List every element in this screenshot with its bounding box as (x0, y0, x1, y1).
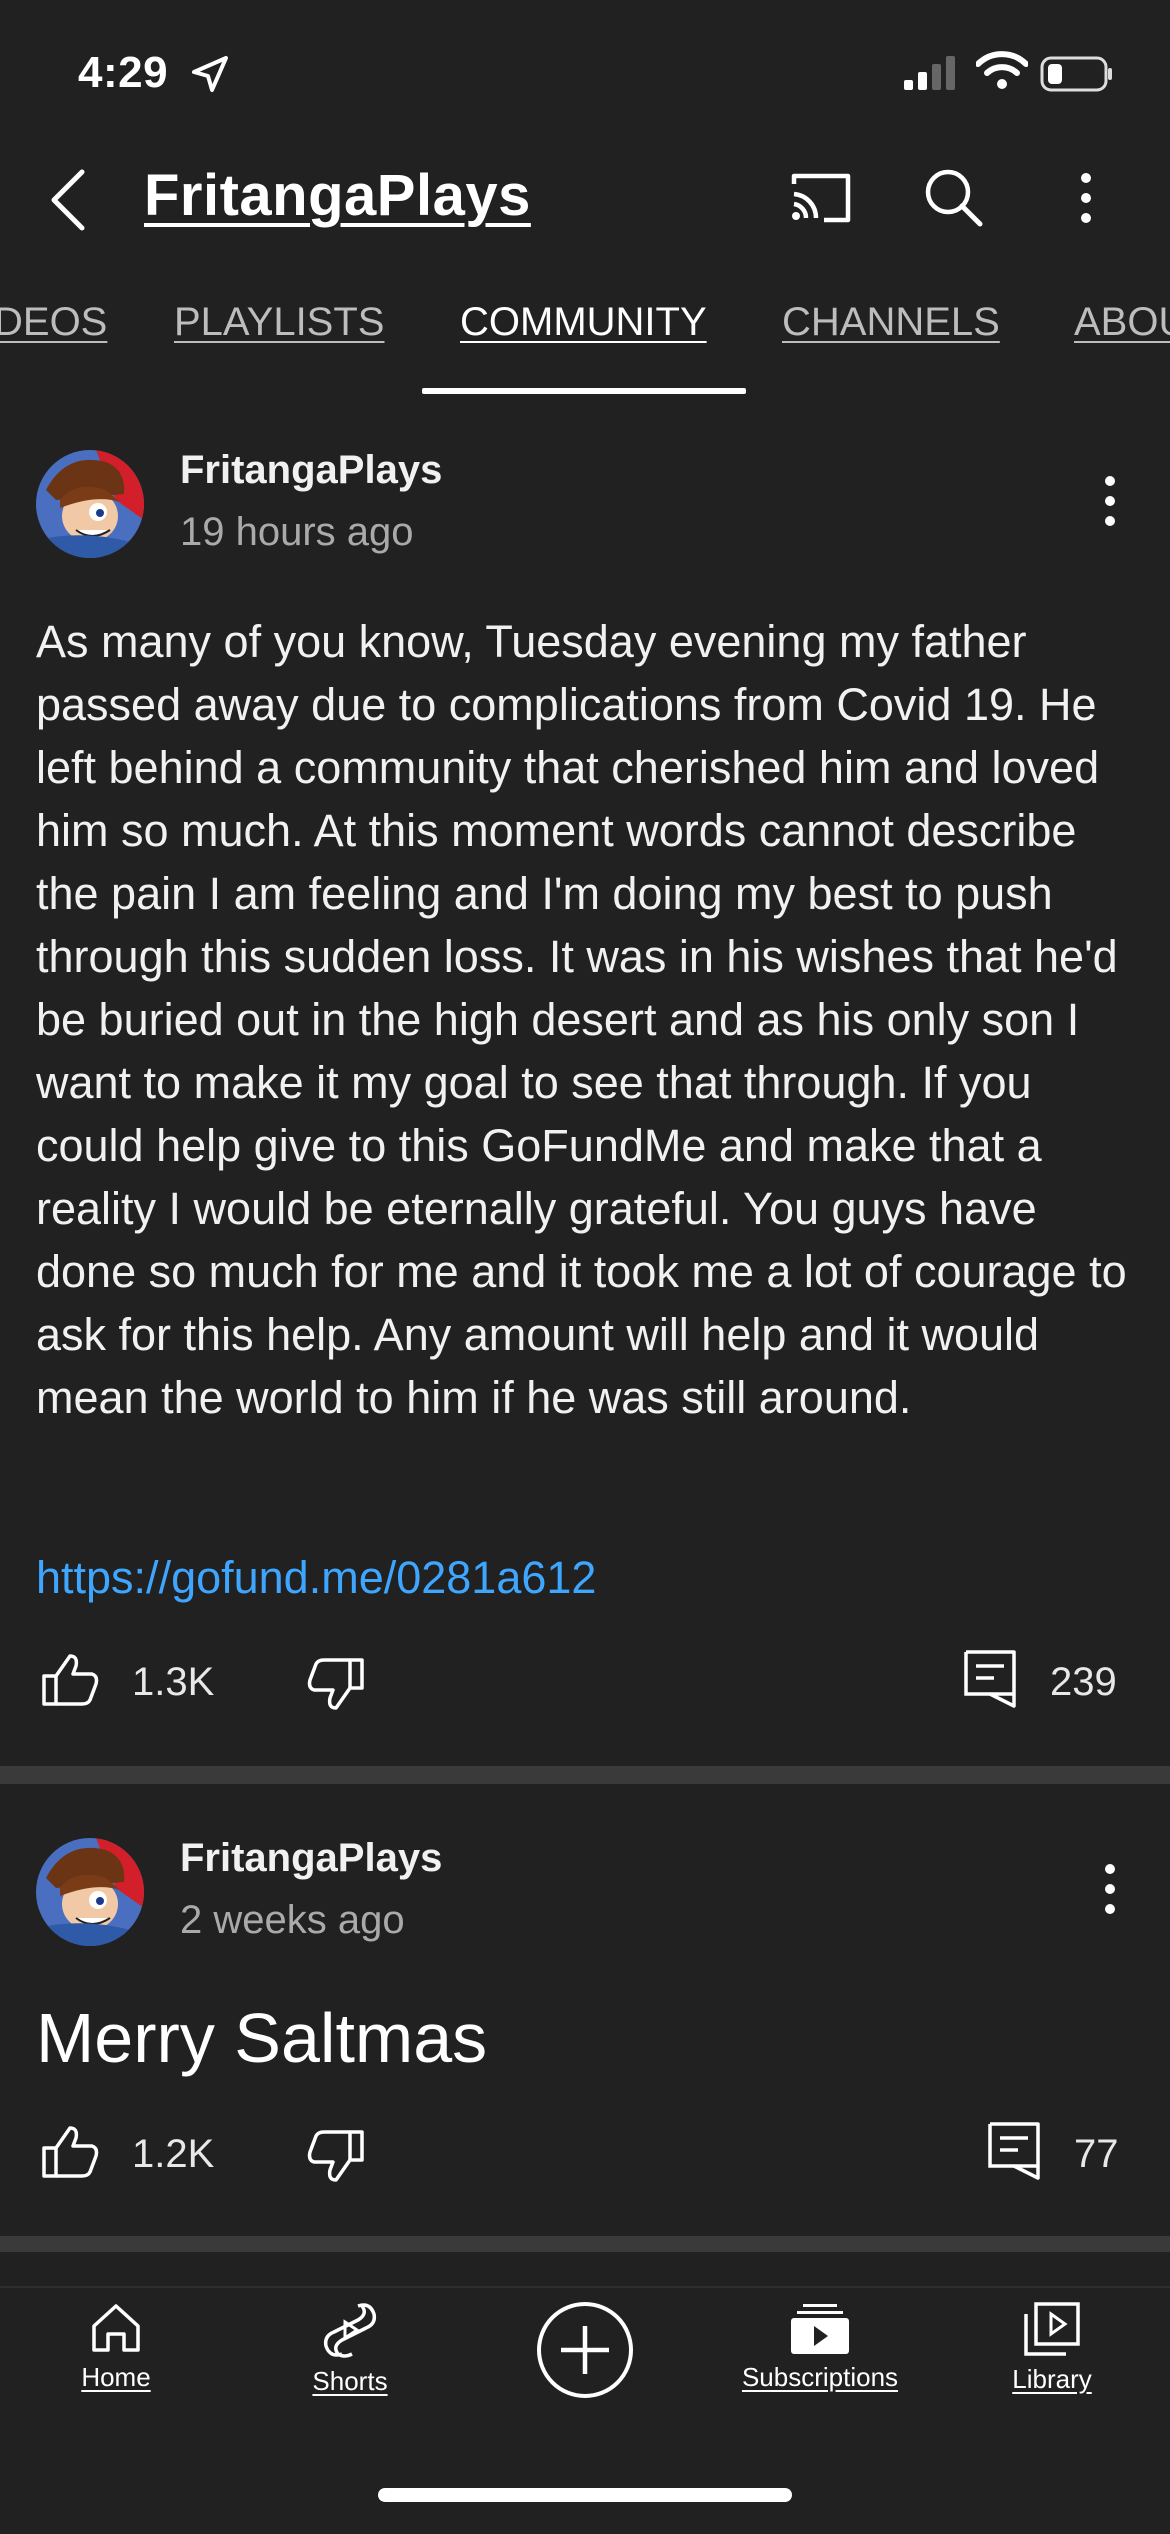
nav-shorts[interactable]: Shorts (290, 2300, 410, 2397)
home-indicator (378, 2488, 792, 2502)
back-icon[interactable] (44, 168, 92, 232)
post-author[interactable]: FritangaPlays (180, 1836, 442, 1881)
dislike-icon[interactable] (306, 1656, 366, 1712)
library-icon (1024, 2302, 1080, 2356)
comment-count: 77 (1074, 2132, 1119, 2176)
nav-library[interactable]: Library (992, 2300, 1112, 2395)
wifi-icon (976, 50, 1028, 90)
like-icon[interactable] (40, 1652, 100, 1708)
like-count: 1.3K (132, 1660, 215, 1704)
active-tab-indicator (422, 388, 746, 394)
like-count: 1.2K (132, 2132, 215, 2176)
nav-label-library: Library (1012, 2364, 1092, 2394)
post-more-icon[interactable] (1100, 1862, 1120, 1916)
post-time: 2 weeks ago (180, 1898, 405, 1942)
search-icon[interactable] (922, 166, 984, 228)
subscriptions-icon (791, 2304, 849, 2354)
post-author[interactable]: FritangaPlays (180, 448, 442, 493)
nav-label-home: Home (81, 2362, 151, 2392)
signal-icon (904, 54, 960, 90)
tab-videos[interactable]: DEOS (0, 300, 107, 345)
post-divider (0, 2236, 1170, 2252)
nav-home[interactable]: Home (56, 2300, 176, 2393)
nav-subscriptions[interactable]: Subscriptions (732, 2300, 908, 2393)
tab-community[interactable]: COMMUNITY (460, 300, 707, 345)
home-icon (92, 2304, 140, 2352)
nav-label-shorts: Shorts (312, 2366, 388, 2396)
post-body: Merry Saltmas (36, 1999, 488, 2077)
battery-icon (1040, 56, 1114, 92)
cast-icon[interactable] (788, 170, 854, 226)
avatar[interactable] (36, 1838, 144, 1946)
comment-icon[interactable] (986, 2120, 1042, 2182)
avatar[interactable] (36, 450, 144, 558)
tab-playlists[interactable]: PLAYLISTS (174, 300, 384, 345)
dislike-icon[interactable] (306, 2128, 366, 2184)
post-body: As many of you know, Tuesday evening my … (36, 616, 1127, 1423)
like-icon[interactable] (40, 2124, 100, 2180)
location-arrow-icon (190, 54, 230, 94)
channel-title[interactable]: FritangaPlays (144, 162, 531, 229)
comment-count: 239 (1050, 1660, 1117, 1704)
nav-label-subscriptions: Subscriptions (741, 2362, 899, 2392)
channel-tabs: DEOS PLAYLISTS COMMUNITY CHANNELS ABOU (0, 300, 1170, 392)
post-time: 19 hours ago (180, 510, 414, 554)
more-vert-icon[interactable] (1064, 170, 1108, 226)
nav-create[interactable] (530, 2300, 640, 2400)
shorts-icon (323, 2303, 377, 2358)
post-link[interactable]: https://gofund.me/0281a612 (36, 1552, 596, 1604)
create-plus-icon (537, 2302, 633, 2398)
post-divider (0, 1766, 1170, 1784)
status-time: 4:29 (78, 48, 169, 97)
tab-about[interactable]: ABOU (1074, 300, 1170, 345)
post-more-icon[interactable] (1100, 474, 1120, 528)
comment-icon[interactable] (962, 1648, 1018, 1710)
tab-channels[interactable]: CHANNELS (782, 300, 1000, 345)
